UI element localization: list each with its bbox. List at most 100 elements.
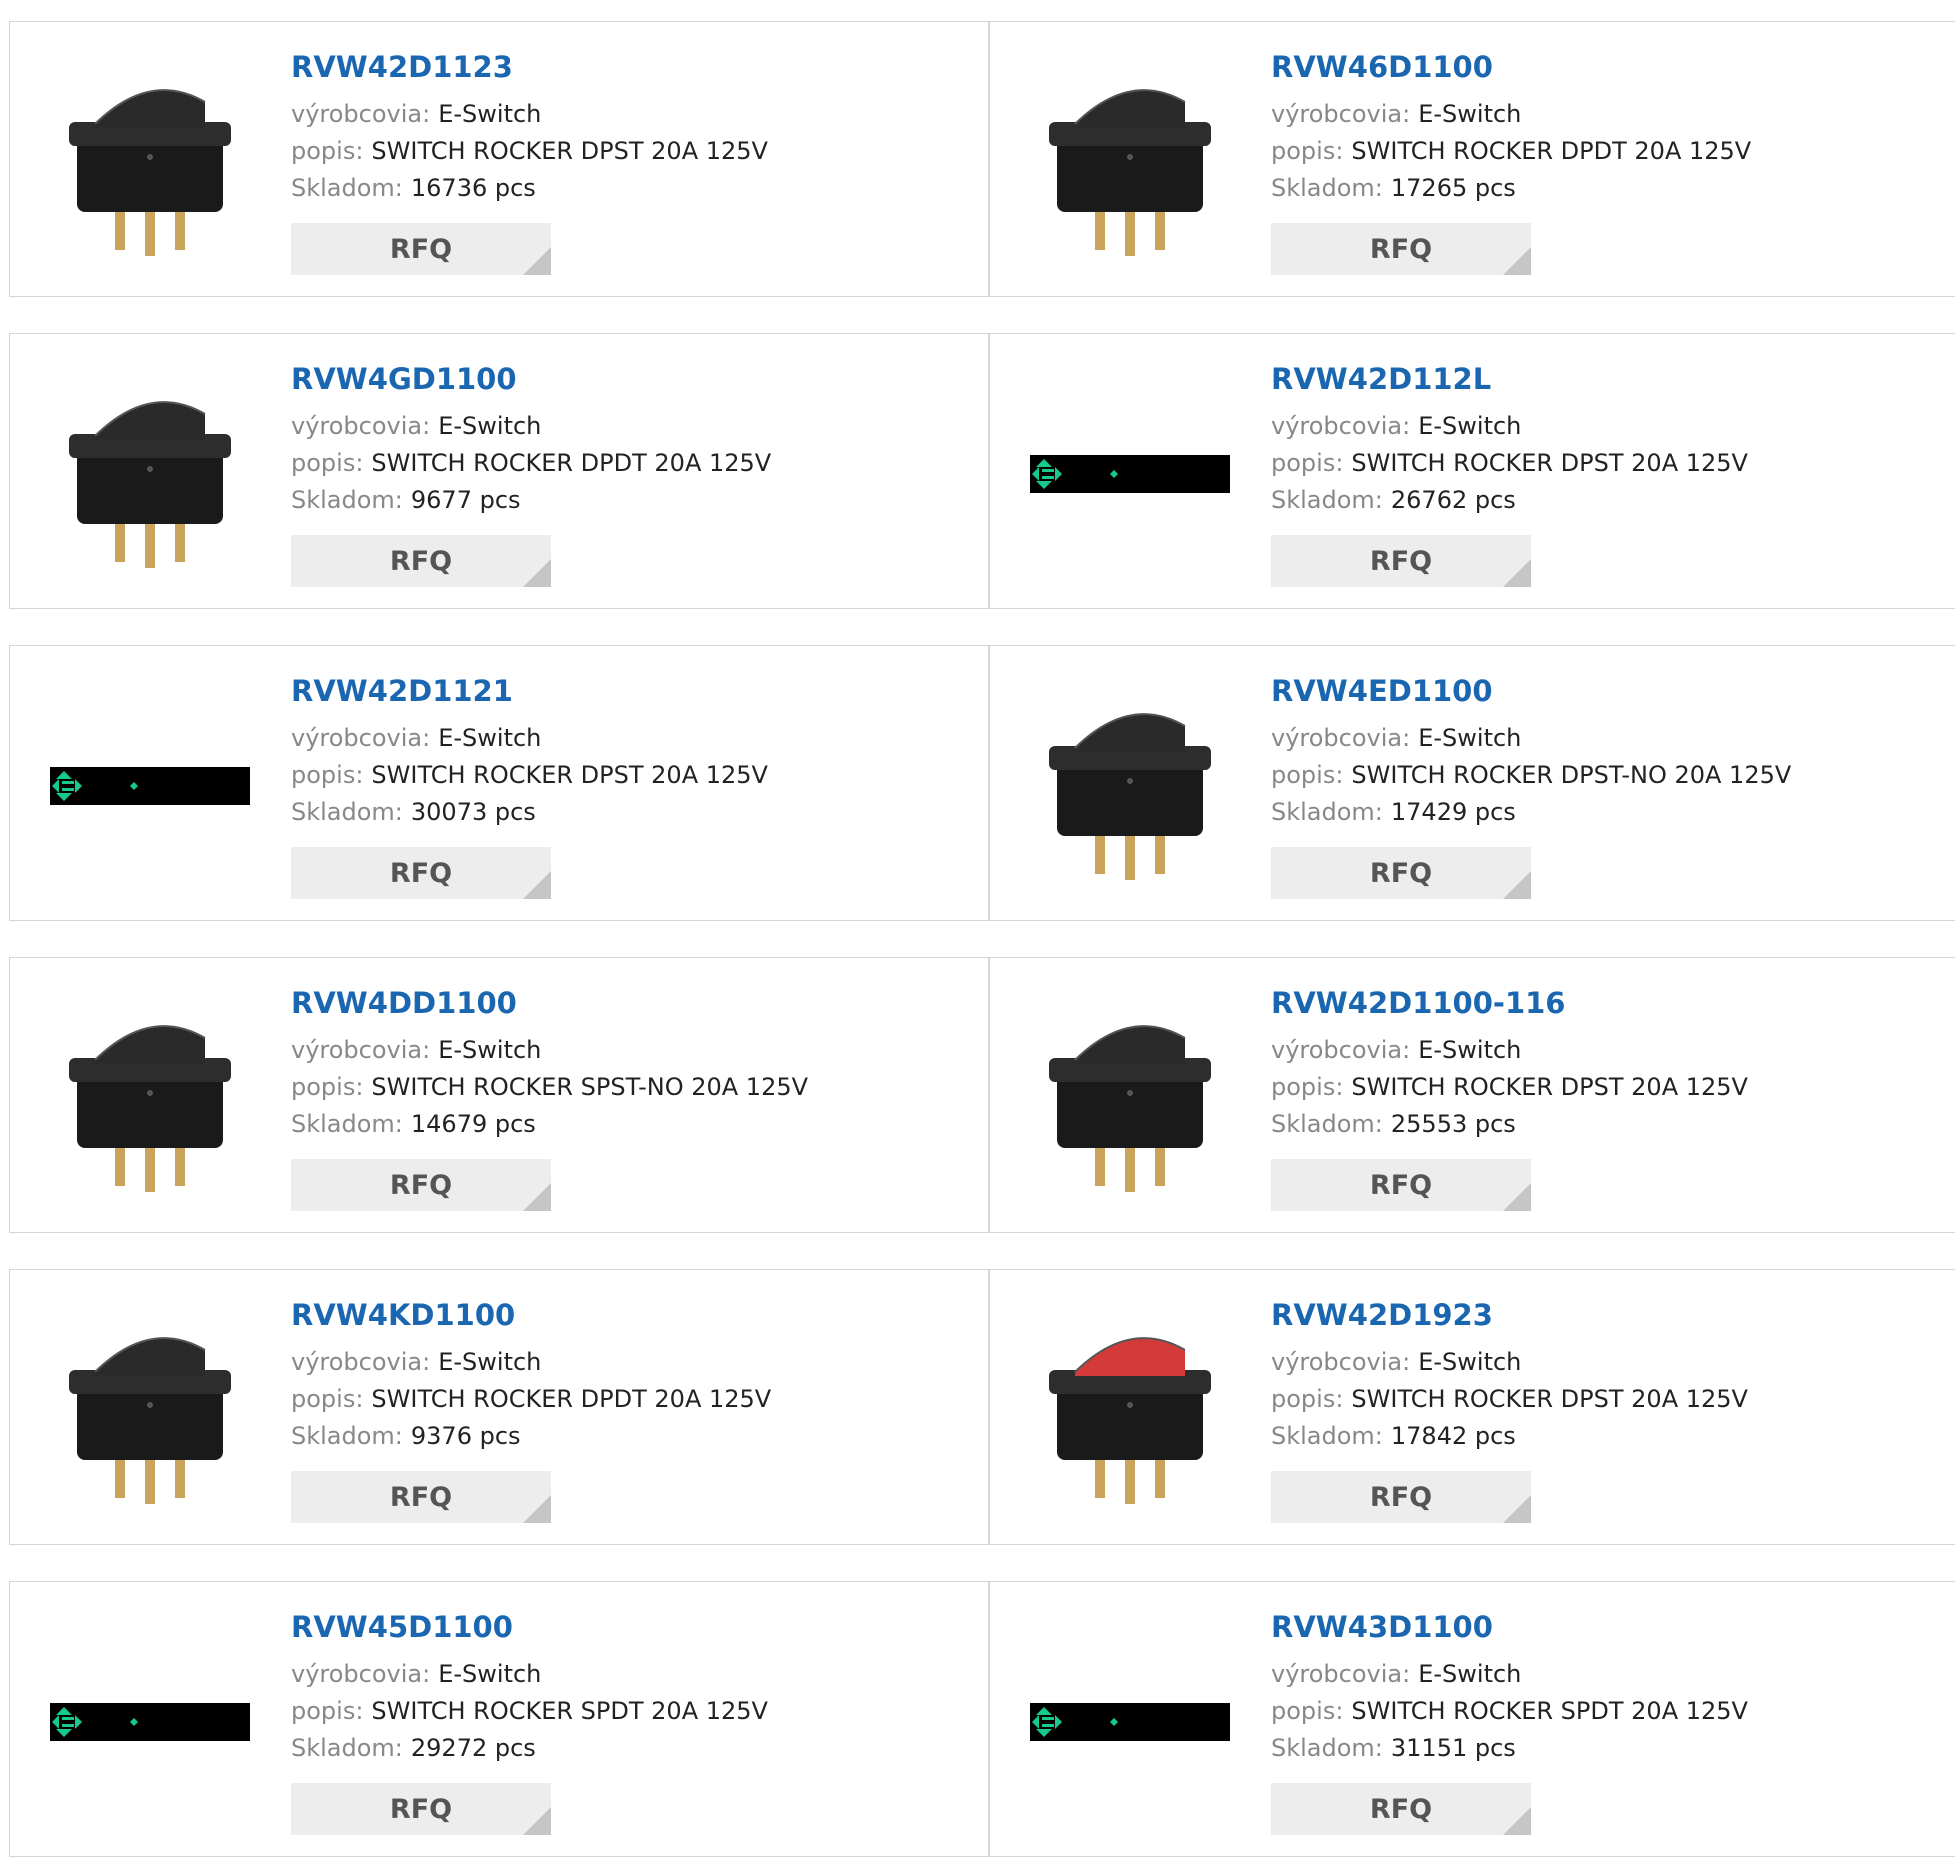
product-info: RVW4DD1100 výrobcovia: E-Switch popis: SWI… [291,983,808,1143]
part-number-link[interactable]: RVW42D1923 [1271,1295,1748,1335]
product-thumbnail[interactable] [1030,1310,1230,1510]
arrows-icon [52,1707,138,1737]
product-thumbnail[interactable] [50,1622,250,1822]
corner-triangle-icon [523,1183,551,1211]
manufacturer-value: E-Switch [1418,724,1522,752]
arrows-icon [52,771,138,801]
corner-triangle-icon [1503,1183,1531,1211]
rfq-button[interactable]: RFQ [1271,847,1531,899]
rfq-button[interactable]: RFQ [291,1471,551,1523]
part-number-link[interactable]: RVW4KD1100 [291,1295,771,1335]
rfq-button[interactable]: RFQ [291,847,551,899]
rfq-button[interactable]: RFQ [291,535,551,587]
manufacturer-label: výrobcovia: [291,1348,431,1376]
rfq-button[interactable]: RFQ [291,223,551,275]
part-number-link[interactable]: RVW45D1100 [291,1607,768,1647]
rfq-button[interactable]: RFQ [291,1783,551,1835]
stock-value: 17429 pcs [1390,798,1516,826]
corner-triangle-icon [1503,559,1531,587]
part-number-link[interactable]: RVW4DD1100 [291,983,808,1023]
manufacturer-label: výrobcovia: [1271,1348,1411,1376]
part-number-link[interactable]: RVW42D1123 [291,47,768,87]
stock-label: Skladom: [1271,798,1383,826]
product-thumbnail[interactable] [50,62,250,262]
product-thumbnail[interactable] [1030,62,1230,262]
product-thumbnail[interactable] [1030,686,1230,886]
stock-row: Skladom: 17842 pcs [1271,1418,1748,1455]
product-thumbnail[interactable] [50,686,250,886]
product-card: RVW45D1100 výrobcovia: E-Switch popis: SWI… [9,1581,989,1857]
part-number-link[interactable]: RVW4ED1100 [1271,671,1791,711]
product-info: RVW45D1100 výrobcovia: E-Switch popis: SWI… [291,1607,768,1767]
description-label: popis: [291,449,364,477]
rfq-button[interactable]: RFQ [1271,1159,1531,1211]
product-info: RVW46D1100 výrobcovia: E-Switch popis: SWI… [1271,47,1751,207]
description-row: popis: SWITCH ROCKER DPST-NO 20A 125V [1271,757,1791,794]
product-info: RVW4GD1100 výrobcovia: E-Switch popis: SWI… [291,359,771,519]
description-label: popis: [1271,1073,1344,1101]
manufacturer-label: výrobcovia: [291,1036,431,1064]
part-number-link[interactable]: RVW46D1100 [1271,47,1751,87]
manufacturer-row: výrobcovia: E-Switch [1271,1032,1748,1069]
stock-row: Skladom: 16736 pcs [291,170,768,207]
part-number-link[interactable]: RVW43D1100 [1271,1607,1748,1647]
rfq-label: RFQ [389,233,453,265]
rfq-button[interactable]: RFQ [1271,1783,1531,1835]
corner-triangle-icon [523,559,551,587]
stock-value: 17265 pcs [1390,174,1516,202]
part-number-link[interactable]: RVW4GD1100 [291,359,771,399]
rfq-label: RFQ [1369,857,1433,889]
stock-value: 29272 pcs [410,1734,536,1762]
manufacturer-value: E-Switch [1418,1348,1522,1376]
stock-label: Skladom: [291,486,403,514]
manufacturer-row: výrobcovia: E-Switch [1271,720,1791,757]
image-placeholder-bar [1030,455,1230,493]
stock-label: Skladom: [291,1422,403,1450]
manufacturer-value: E-Switch [1418,412,1522,440]
part-number-link[interactable]: RVW42D112L [1271,359,1748,399]
rfq-button[interactable]: RFQ [1271,1471,1531,1523]
manufacturer-label: výrobcovia: [1271,412,1411,440]
stock-row: Skladom: 25553 pcs [1271,1106,1748,1143]
description-label: popis: [291,1073,364,1101]
stock-label: Skladom: [291,798,403,826]
stock-value: 31151 pcs [1390,1734,1516,1762]
description-value: SWITCH ROCKER SPST-NO 20A 125V [371,1073,809,1101]
description-row: popis: SWITCH ROCKER DPDT 20A 125V [1271,133,1751,170]
product-card: RVW42D1123 výrobcovia: E-Switch popis: SWI… [9,21,989,297]
rfq-button[interactable]: RFQ [1271,223,1531,275]
image-placeholder-bar [50,767,250,805]
rfq-label: RFQ [389,1481,453,1513]
part-number-link[interactable]: RVW42D1121 [291,671,768,711]
product-card: RVW42D1923 výrobcovia: E-Switch popis: SWI… [989,1269,1955,1545]
manufacturer-label: výrobcovia: [291,1660,431,1688]
stock-row: Skladom: 30073 pcs [291,794,768,831]
product-thumbnail[interactable] [50,998,250,1198]
rfq-button[interactable]: RFQ [1271,535,1531,587]
product-thumbnail[interactable] [50,1310,250,1510]
manufacturer-value: E-Switch [1418,1660,1522,1688]
description-row: popis: SWITCH ROCKER DPST 20A 125V [291,133,768,170]
stock-row: Skladom: 17265 pcs [1271,170,1751,207]
description-label: popis: [1271,137,1344,165]
rfq-button[interactable]: RFQ [291,1159,551,1211]
product-grid: RVW42D1123 výrobcovia: E-Switch popis: SWI… [0,0,1955,1857]
product-thumbnail[interactable] [50,374,250,574]
manufacturer-value: E-Switch [438,1348,542,1376]
rfq-label: RFQ [1369,233,1433,265]
part-number-link[interactable]: RVW42D1100-116 [1271,983,1748,1023]
corner-triangle-icon [523,871,551,899]
rocker-switch-image [1049,713,1211,880]
product-card: RVW42D112L výrobcovia: E-Switch popis: SWI… [989,333,1955,609]
product-thumbnail[interactable] [1030,998,1230,1198]
rfq-label: RFQ [1369,1169,1433,1201]
stock-value: 9376 pcs [410,1422,521,1450]
manufacturer-label: výrobcovia: [1271,1036,1411,1064]
product-thumbnail[interactable] [1030,1622,1230,1822]
product-info: RVW42D1121 výrobcovia: E-Switch popis: SWI… [291,671,768,831]
product-thumbnail[interactable] [1030,374,1230,574]
description-row: popis: SWITCH ROCKER DPST 20A 125V [1271,1381,1748,1418]
manufacturer-row: výrobcovia: E-Switch [1271,96,1751,133]
description-row: popis: SWITCH ROCKER SPST-NO 20A 125V [291,1069,808,1106]
stock-row: Skladom: 17429 pcs [1271,794,1791,831]
